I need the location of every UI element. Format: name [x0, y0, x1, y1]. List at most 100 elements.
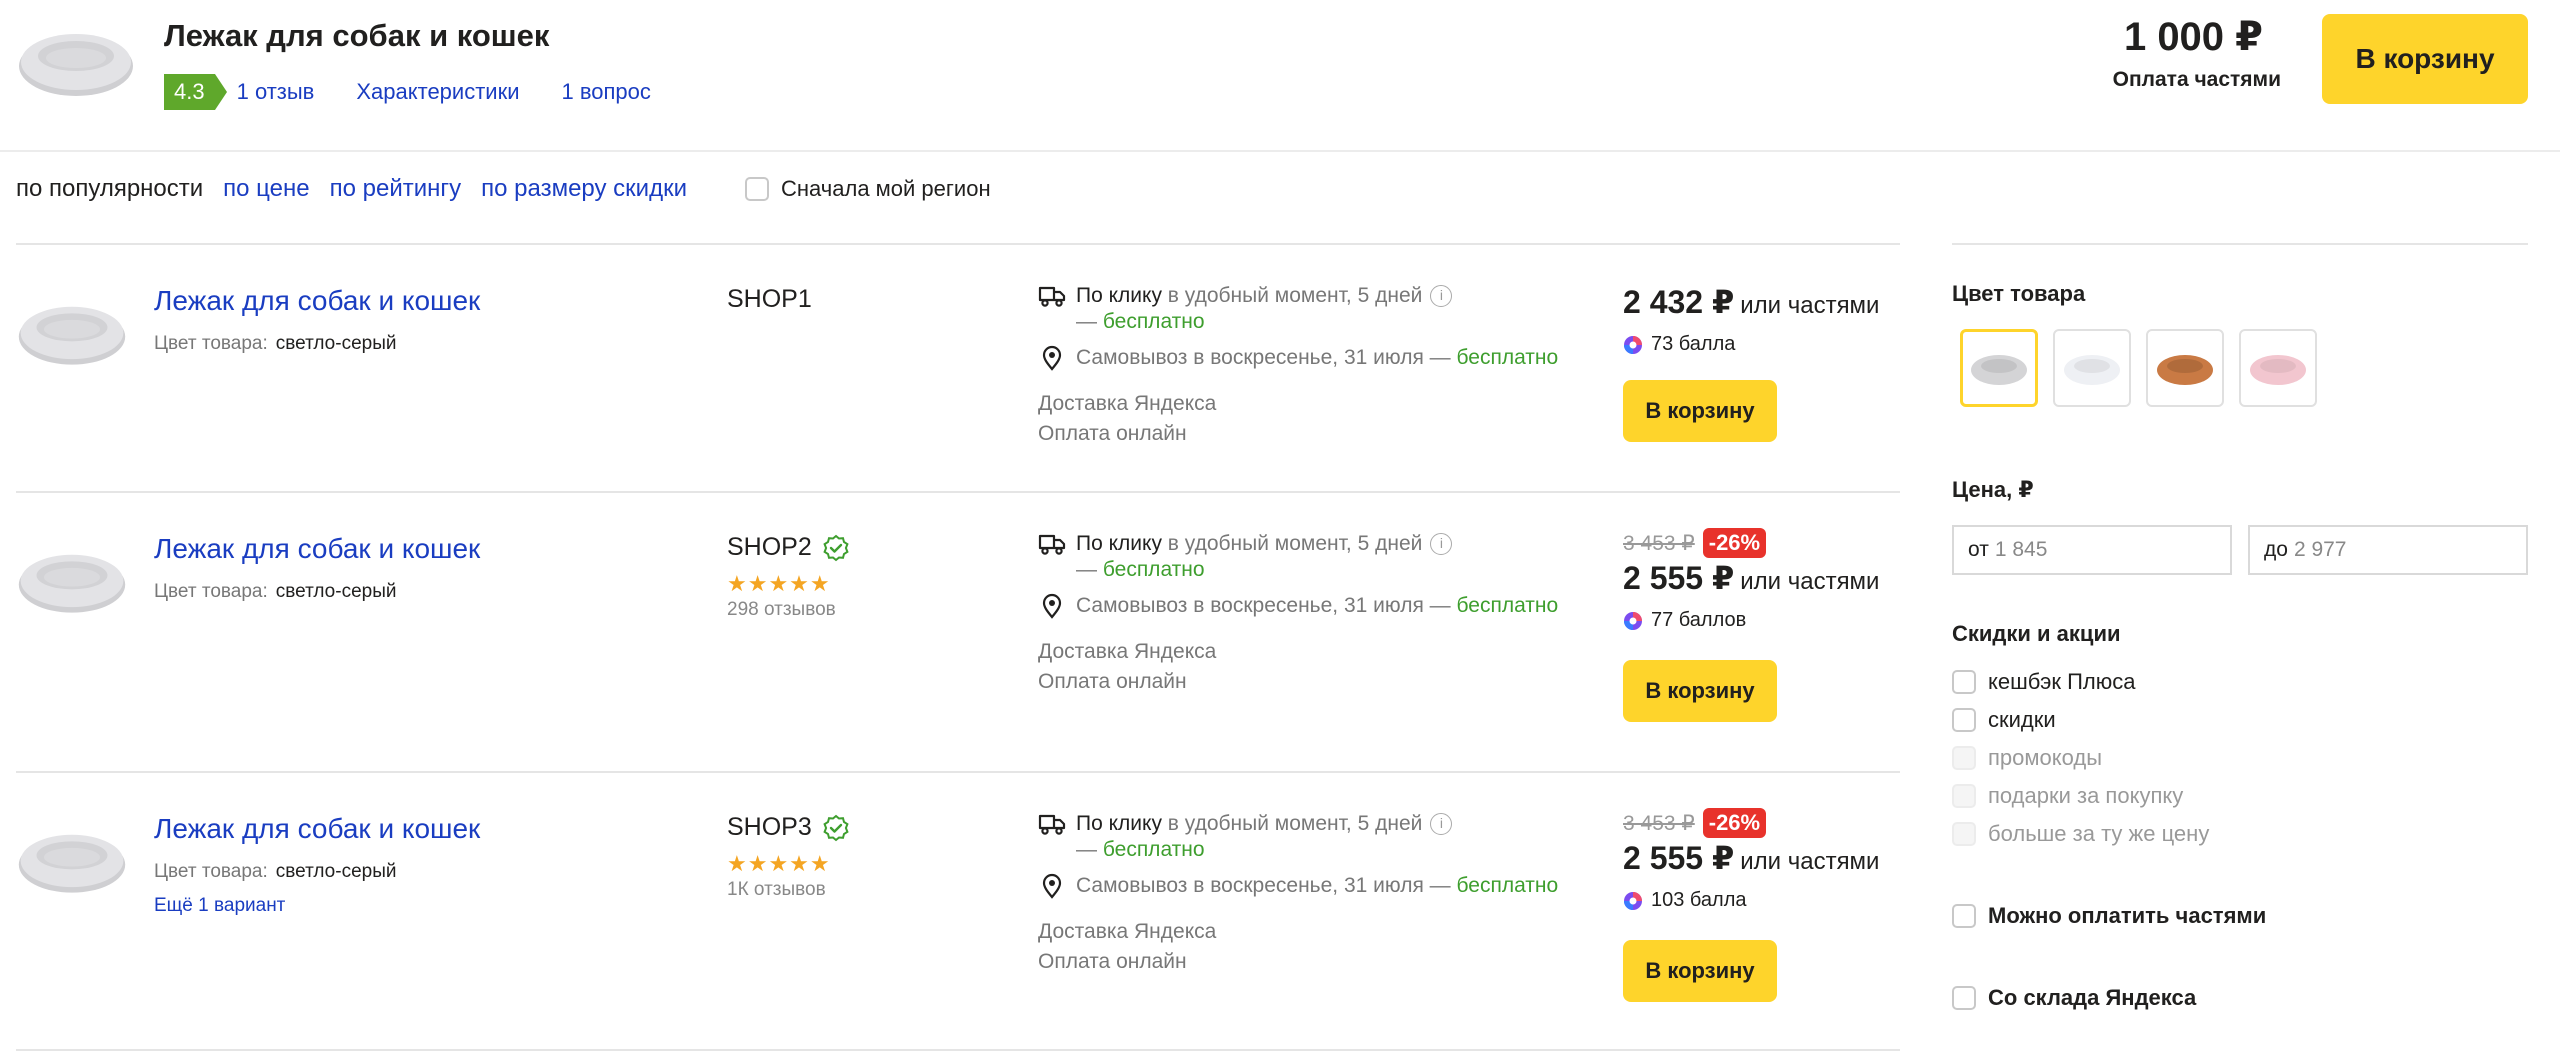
delivery-option-desc: в удобный момент, 5 дней — [1161, 532, 1423, 555]
filter-yandex-warehouse[interactable]: Со склада Яндекса — [1952, 979, 2196, 1017]
checkbox — [1952, 784, 1976, 808]
pickup-free: бесплатно — [1456, 594, 1559, 617]
filter-label: промокоды — [1988, 745, 2103, 770]
color-swatch-light-gray[interactable] — [1960, 329, 2038, 407]
price-to-input[interactable]: до 2 977 — [2248, 525, 2528, 575]
color-swatch-pink-image — [2250, 355, 2306, 385]
checkbox — [1952, 746, 1976, 770]
price-to-label: до — [2264, 538, 2288, 561]
pickup-free: бесплатно — [1456, 346, 1559, 369]
offer-price: 2 555 ₽ — [1623, 560, 1735, 596]
offer-color: Цвет товара: светло-серый — [154, 333, 396, 355]
header-installments[interactable]: Оплата частями — [2113, 68, 2281, 92]
shop-name-text[interactable]: SHOP2 — [727, 533, 812, 562]
color-swatch-orange[interactable] — [2146, 329, 2224, 407]
filter-plus-cashback[interactable]: кешбэк Плюса — [1952, 663, 2209, 701]
info-icon[interactable]: i — [1430, 813, 1453, 835]
add-to-cart-button[interactable]: В корзину — [1623, 380, 1777, 442]
offer-color: Цвет товара: светло-серый — [154, 861, 396, 883]
delivery-free: бесплатно — [1102, 310, 1205, 333]
shop-name-text[interactable]: SHOP3 — [727, 813, 812, 842]
location-pin-icon — [1038, 593, 1066, 619]
info-icon[interactable]: i — [1430, 285, 1453, 307]
sort-bar: по популярности по цене по рейтингу по р… — [16, 172, 991, 206]
offer-color-value: светло-серый — [275, 333, 397, 354]
filter-label: Со склада Яндекса — [1988, 985, 2197, 1010]
more-variants-link[interactable]: Ещё 1 вариант — [154, 895, 285, 917]
discount-badge: -26% — [1702, 808, 1767, 838]
checkbox[interactable] — [1952, 986, 1976, 1010]
rating-badge[interactable]: 4.3 — [164, 74, 227, 110]
offer-row: Лежак для собак и кошек Цвет товара: свет… — [16, 491, 1900, 771]
add-to-cart-button[interactable]: В корзину — [1623, 660, 1777, 722]
shop-name-text[interactable]: SHOP1 — [727, 285, 812, 314]
plus-points-icon — [1623, 611, 1643, 631]
checkbox — [1952, 822, 1976, 846]
filter-discounts[interactable]: скидки — [1952, 701, 2209, 739]
offer-thumbnail[interactable] — [16, 543, 128, 617]
old-price: 3 453 ₽ — [1623, 531, 1695, 555]
specs-link[interactable]: Характеристики — [356, 79, 519, 105]
product-title: Лежак для собак и кошек — [164, 18, 550, 53]
add-to-cart-button[interactable]: В корзину — [1623, 940, 1777, 1002]
delivery-info: По клику в удобный момент, 5 дней i — бес… — [1038, 281, 1558, 449]
color-swatch-white[interactable] — [2053, 329, 2131, 407]
offer-thumbnail[interactable] — [16, 295, 128, 369]
offers-list: Лежак для собак и кошек Цвет товара: свет… — [16, 243, 1900, 1051]
my-region-toggle[interactable]: Сначала мой регион — [745, 176, 991, 202]
delivery-free: бесплатно — [1102, 838, 1205, 861]
sort-discount[interactable]: по размеру скидки — [481, 175, 687, 203]
sort-rating[interactable]: по рейтингу — [330, 175, 462, 203]
product-meta: 4.3 1 отзыв Характеристики 1 вопрос — [164, 74, 651, 110]
color-swatch-pink[interactable] — [2239, 329, 2317, 407]
price-block: 3 453 ₽ -26% 2 555 ₽ или частями 103 балла… — [1623, 807, 1879, 1002]
sort-popularity[interactable]: по популярности — [16, 175, 203, 203]
offer-thumbnail[interactable] — [16, 823, 128, 897]
delivery-free: бесплатно — [1102, 558, 1205, 581]
product-thumbnail[interactable] — [16, 22, 136, 100]
offer-title[interactable]: Лежак для собак и кошек — [154, 285, 480, 317]
shop-name[interactable]: SHOP3 — [727, 813, 850, 842]
info-icon[interactable]: i — [1430, 533, 1453, 555]
filter-label: Можно оплатить частями — [1988, 903, 2267, 928]
product-header: Лежак для собак и кошек 4.3 1 отзыв Хара… — [0, 0, 2560, 152]
color-filter-heading: Цвет товара — [1952, 281, 2086, 306]
delivery-info: По клику в удобный момент, 5 дней i — бес… — [1038, 809, 1558, 977]
payment-method: Оплата онлайн — [1038, 670, 1187, 693]
bonus-points: 77 баллов — [1651, 609, 1747, 631]
price-to-placeholder: 2 977 — [2293, 538, 2347, 561]
shop-reviews-count[interactable]: 1К отзывов — [727, 879, 826, 901]
sort-price[interactable]: по цене — [223, 175, 309, 203]
questions-link[interactable]: 1 вопрос — [561, 79, 650, 105]
offer-row: Лежак для собак и кошек Цвет товара: свет… — [16, 771, 1900, 1051]
price-from-input[interactable]: от 1 845 — [1952, 525, 2232, 575]
offer-title[interactable]: Лежак для собак и кошек — [154, 813, 480, 845]
shop-reviews-count[interactable]: 298 отзывов — [727, 599, 836, 621]
offer-row: Лежак для собак и кошек Цвет товара: свет… — [16, 243, 1900, 491]
shop-name[interactable]: SHOP1 — [727, 285, 812, 314]
installments-label[interactable]: или частями — [1740, 568, 1879, 596]
filter-installments[interactable]: Можно оплатить частями — [1952, 897, 2266, 935]
installments-label[interactable]: или частями — [1740, 848, 1879, 876]
reviews-link[interactable]: 1 отзыв — [237, 79, 315, 105]
shop-rating-stars: ★★★★★ — [727, 571, 831, 596]
offer-title[interactable]: Лежак для собак и кошек — [154, 533, 480, 565]
installments-label[interactable]: или частями — [1740, 292, 1879, 320]
pickup-info: Самовывоз в воскресенье, 31 июля — — [1076, 594, 1457, 617]
discounts-heading: Скидки и акции — [1952, 621, 2121, 646]
shop-name[interactable]: SHOP2 — [727, 533, 850, 562]
header-cart-button[interactable]: В корзину — [2322, 14, 2528, 104]
truck-icon — [1038, 811, 1066, 837]
filter-label: скидки — [1988, 707, 2056, 732]
checkbox[interactable] — [1952, 708, 1976, 732]
checkbox[interactable] — [1952, 904, 1976, 928]
header-price: 1 000 ₽ — [2123, 15, 2263, 59]
pickup-info: Самовывоз в воскресенье, 31 июля — — [1076, 346, 1457, 369]
my-region-checkbox[interactable] — [745, 177, 769, 201]
delivery-service: Доставка Яндекса — [1038, 640, 1217, 663]
location-pin-icon — [1038, 345, 1066, 371]
delivery-option-desc: в удобный момент, 5 дней — [1161, 812, 1423, 835]
checkbox[interactable] — [1952, 670, 1976, 694]
filter-label: подарки за покупку — [1988, 783, 2184, 808]
offer-color-value: светло-серый — [275, 861, 397, 882]
